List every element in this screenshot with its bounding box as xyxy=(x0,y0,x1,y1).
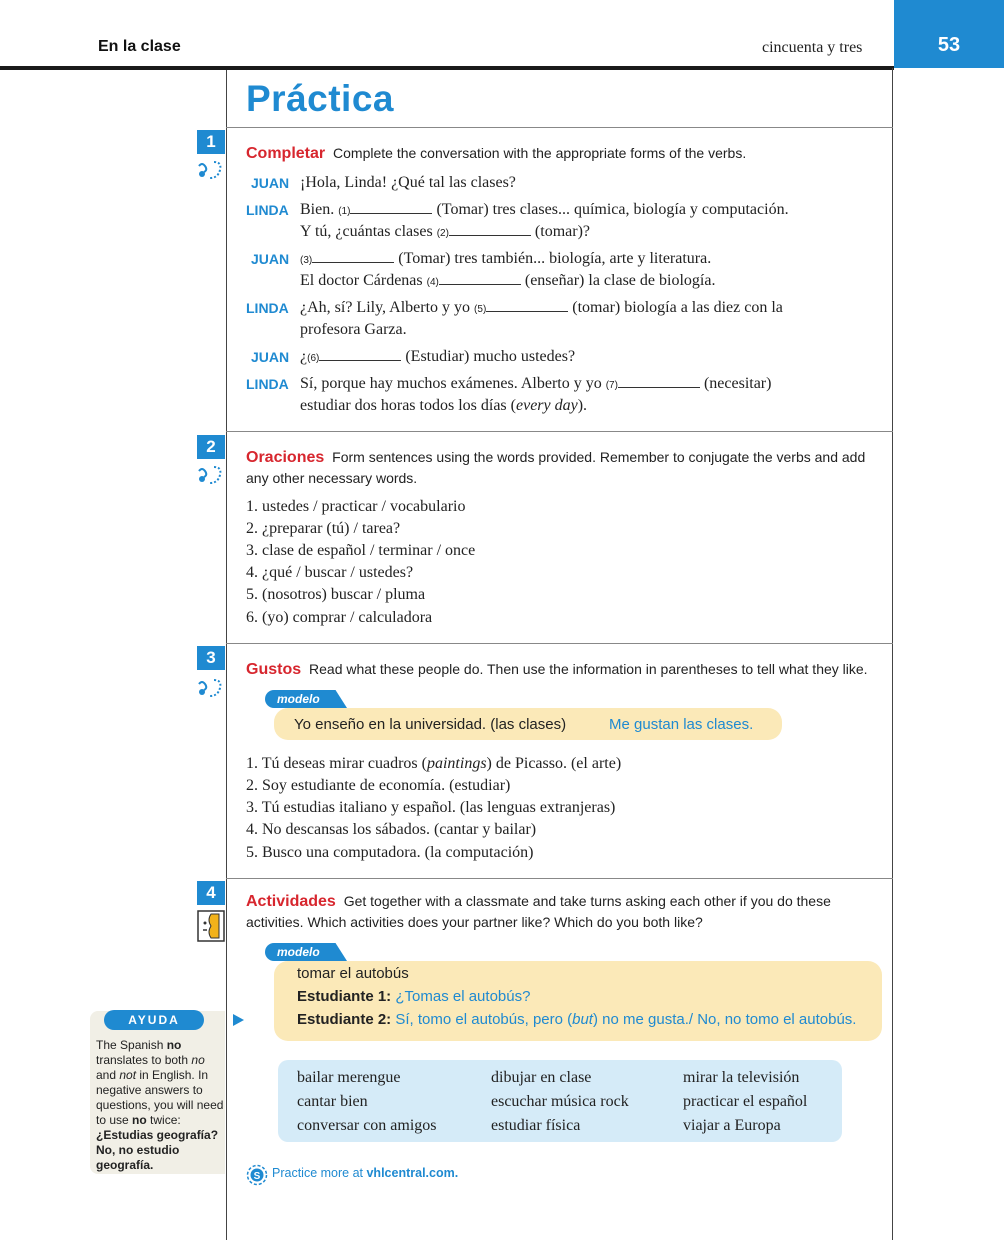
activity-instruction: Form sentences using the words provided.… xyxy=(246,449,866,486)
modelo-tag: modelo xyxy=(265,690,347,708)
divider xyxy=(226,127,893,128)
page-number-words: cincuenta y tres xyxy=(762,39,863,56)
activity-keyword: Oraciones xyxy=(246,449,325,466)
word-bank-item: cantar bien xyxy=(297,1093,368,1110)
list-item: 5. Busco una computadora. (la computació… xyxy=(246,844,534,861)
dialogue-line: Sí, porque hay muchos exámenes. Alberto … xyxy=(300,373,772,392)
listening-icon xyxy=(198,679,222,697)
list-item: 4. No descansas los sábados. (cantar y b… xyxy=(246,821,537,838)
ayuda-label: AYUDA xyxy=(104,1010,204,1030)
chapter-title: En la clase xyxy=(98,38,181,55)
list-item: 1. ustedes / practicar / vocabulario xyxy=(246,498,466,515)
activity-keyword: Gustos xyxy=(246,661,302,678)
dialogue-line: El doctor Cárdenas (4) (enseñar) la clas… xyxy=(300,270,716,289)
answer-blank[interactable] xyxy=(617,373,700,388)
dialogue-line: ¿(6) (Estudiar) mucho ustedes? xyxy=(300,346,576,365)
modelo-tag: modelo xyxy=(265,943,347,961)
answer-blank[interactable] xyxy=(350,199,433,214)
list-item: 1. Tú deseas mirar cuadros (paintings) d… xyxy=(246,755,622,772)
answer-blank[interactable] xyxy=(319,346,402,361)
list-item: 4. ¿qué / buscar / ustedes? xyxy=(246,564,414,581)
list-item: 5. (nosotros) buscar / pluma xyxy=(246,586,426,603)
page-title: Práctica xyxy=(246,78,394,119)
dialogue-line: profesora Garza. xyxy=(300,321,407,338)
modelo-line-2: Estudiante 2: Sí, tomo el autobús, pero … xyxy=(297,1011,857,1028)
activity-heading: Oraciones Form sentences using the words… xyxy=(246,447,882,489)
word-bank-item: dibujar en clase xyxy=(491,1069,592,1086)
dialogue-line: ¿Ah, sí? Lily, Alberto y yo (5) (tomar) … xyxy=(300,297,783,316)
activity-number: 3 xyxy=(197,646,225,670)
word-bank-item: mirar la televisión xyxy=(683,1069,800,1086)
listening-icon xyxy=(198,161,222,179)
activity-keyword: Actividades xyxy=(246,893,336,910)
modelo-prompt: Yo enseño en la universidad. (las clases… xyxy=(294,716,567,733)
speaker-label: JUAN xyxy=(251,251,290,267)
speaker-label: LINDA xyxy=(246,376,289,392)
answer-blank[interactable] xyxy=(312,248,395,263)
modelo-line-1: Estudiante 1: ¿Tomas el autobús? xyxy=(297,988,531,1005)
svg-text:S: S xyxy=(254,1171,261,1182)
word-bank-item: bailar merengue xyxy=(297,1069,401,1086)
divider xyxy=(226,643,893,644)
listening-icon xyxy=(198,466,222,484)
supersite-icon: S xyxy=(246,1164,268,1186)
modelo-prompt: tomar el autobús xyxy=(297,965,409,982)
list-item: 3. Tú estudias italiano y español. (las … xyxy=(246,799,616,816)
word-bank-item: practicar el español xyxy=(683,1093,808,1110)
dialogue-line: ¡Hola, Linda! ¿Qué tal las clases? xyxy=(300,174,516,191)
page-number-box: 53 xyxy=(894,0,1004,68)
practice-link[interactable]: Practice more at vhlcentral.com. xyxy=(272,1166,458,1180)
dialogue-line: estudiar dos horas todos los días (every… xyxy=(300,397,588,414)
frame-right-line xyxy=(892,68,893,1240)
divider xyxy=(226,431,893,432)
word-bank-item: conversar con amigos xyxy=(297,1117,437,1134)
list-item: 3. clase de español / terminar / once xyxy=(246,542,476,559)
activity-keyword: Completar xyxy=(246,145,326,162)
answer-blank[interactable] xyxy=(448,221,531,236)
answer-blank[interactable] xyxy=(486,297,569,312)
word-bank-item: escuchar música rock xyxy=(491,1093,629,1110)
ayuda-text: The Spanish no translates to both no and… xyxy=(96,1038,224,1172)
header-rule xyxy=(0,66,894,70)
speaker-label: LINDA xyxy=(246,300,289,316)
pointer-arrow-icon xyxy=(233,1014,244,1026)
dialogue-line: Bien. (1) (Tomar) tres clases... química… xyxy=(300,199,789,218)
list-item: 2. ¿preparar (tú) / tarea? xyxy=(246,520,401,537)
activity-number: 4 xyxy=(197,881,225,905)
divider xyxy=(226,878,893,879)
activity-heading: Actividades Get together with a classmat… xyxy=(246,891,886,933)
activity-number: 2 xyxy=(197,435,225,459)
activity-instruction: Read what these people do. Then use the … xyxy=(309,661,868,677)
dialogue-line: (3) (Tomar) tres también... biología, ar… xyxy=(300,248,712,267)
word-bank-item: viajar a Europa xyxy=(683,1117,781,1134)
activity-instruction: Complete the conversation with the appro… xyxy=(333,145,747,161)
dialogue-line: Y tú, ¿cuántas clases (2) (tomar)? xyxy=(300,221,590,240)
speaker-label: JUAN xyxy=(251,175,290,191)
activity-number: 1 xyxy=(197,130,225,154)
activity-heading: Completar Complete the conversation with… xyxy=(246,143,886,164)
answer-blank[interactable] xyxy=(438,270,521,285)
word-bank-item: estudiar física xyxy=(491,1117,581,1134)
list-item: 6. (yo) comprar / calculadora xyxy=(246,609,433,626)
modelo-answer: Me gustan las clases. xyxy=(609,716,754,733)
speaker-label: LINDA xyxy=(246,202,289,218)
activity-heading: Gustos Read what these people do. Then u… xyxy=(246,659,886,680)
page-number: 53 xyxy=(937,34,961,56)
speaker-label: JUAN xyxy=(251,349,290,365)
pair-work-icon xyxy=(197,910,225,942)
list-item: 2. Soy estudiante de economía. (estudiar… xyxy=(246,777,511,794)
frame-left-line xyxy=(226,70,227,1240)
